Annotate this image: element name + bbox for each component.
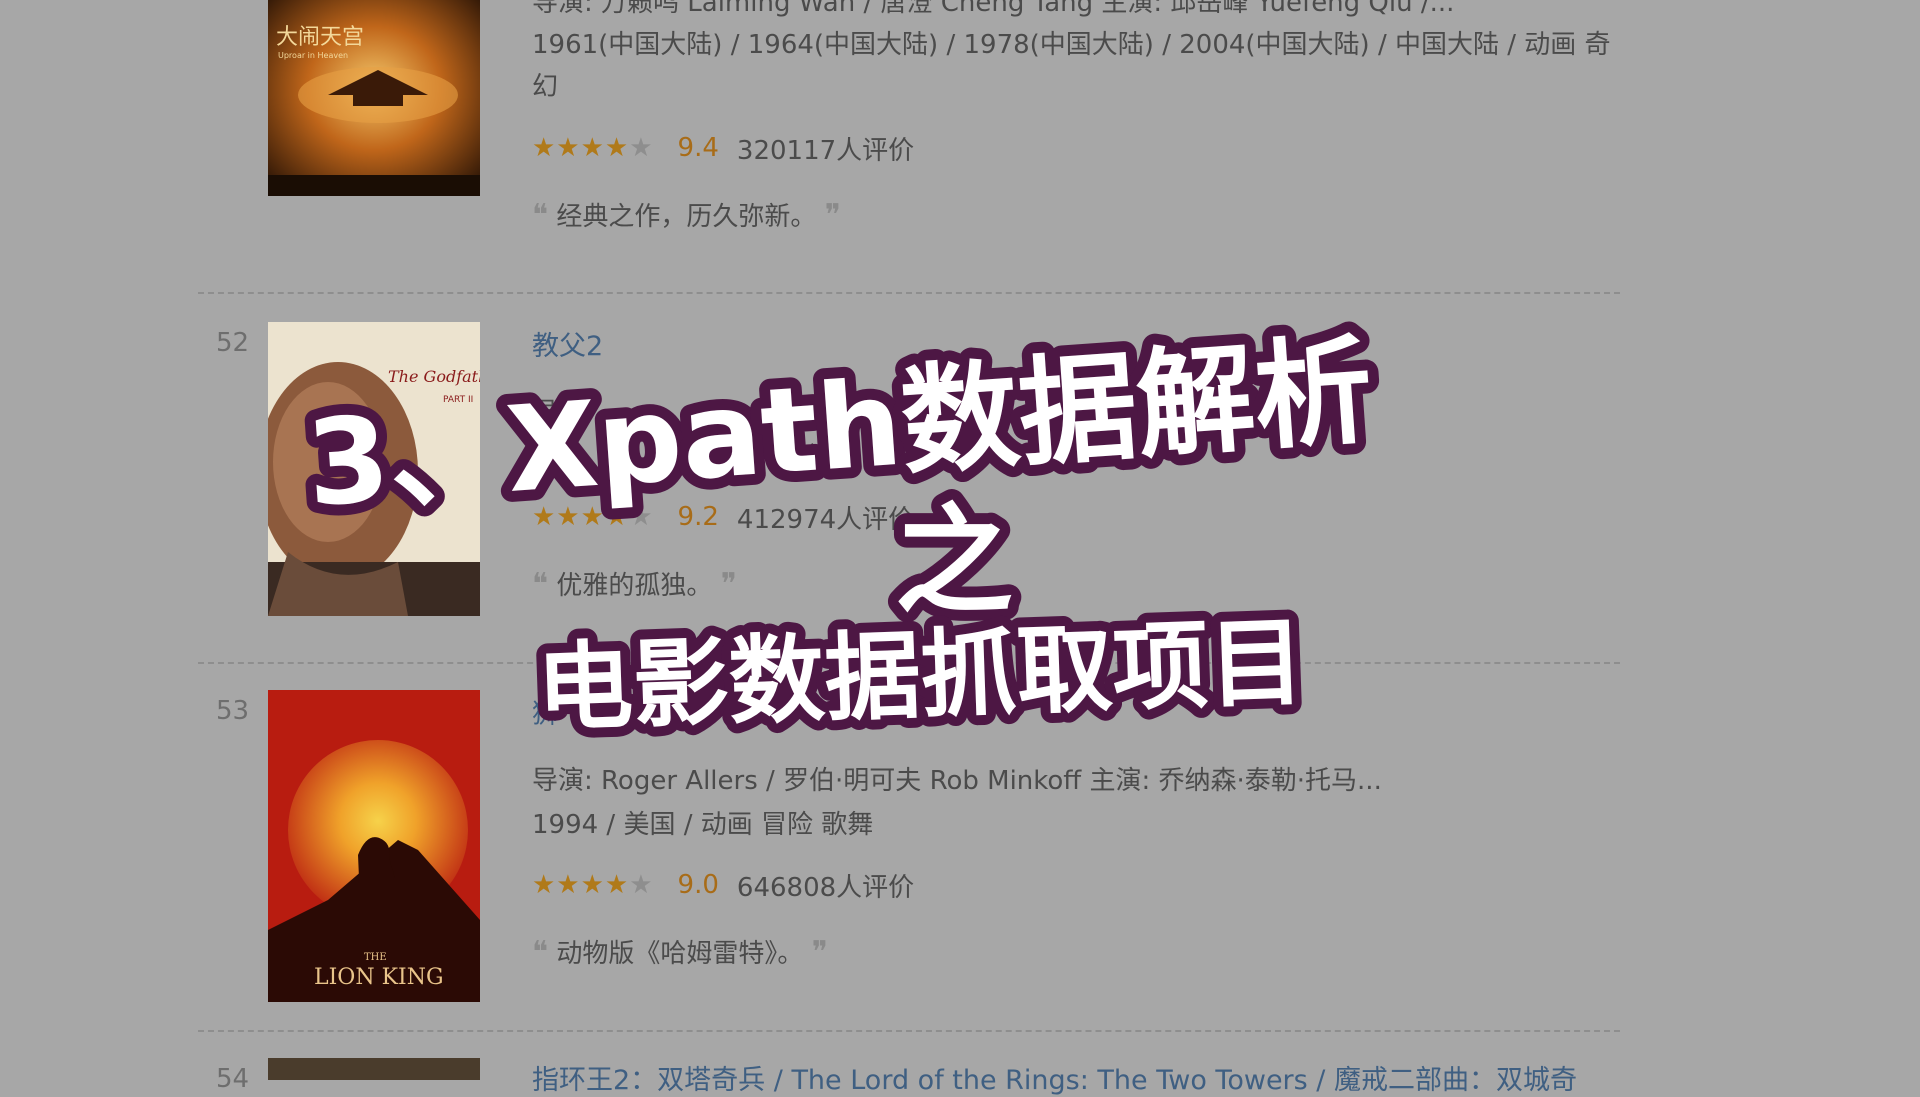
overlay-title-line1: 3、Xpath数据解析 <box>302 321 1377 533</box>
overlay-title-line2: 之 <box>895 492 1013 630</box>
title-overlay: 3、Xpath数据解析 之 电影数据抓取项目 <box>291 310 1388 755</box>
overlay-title-line3: 电影数据抓取项目 <box>535 606 1306 745</box>
